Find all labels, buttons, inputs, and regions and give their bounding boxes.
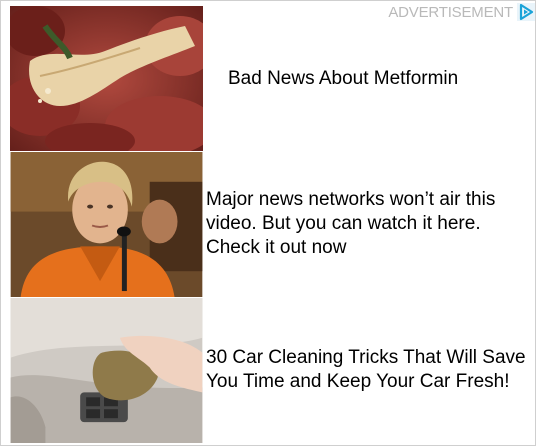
ad-item-car-cleaning[interactable]: 30 Car Cleaning Tricks That Will Save Yo… [10,297,534,443]
ad-headline[interactable]: Bad News About Metformin [203,67,466,91]
ad-thumbnail-speaker[interactable] [10,151,203,297]
woman-speaking-photo-icon [10,151,203,297]
pancreas-photo-icon [10,6,203,151]
ad-item-metformin[interactable]: Bad News About Metformin [10,6,534,151]
ad-thumbnail-car-door[interactable] [10,297,203,443]
car-door-cleaning-photo-icon [10,297,203,443]
ad-headline[interactable]: Major news networks won’t air this video… [203,188,534,260]
ad-headline[interactable]: 30 Car Cleaning Tricks That Will Save Yo… [203,346,534,394]
ad-thumbnail-pancreas[interactable] [10,6,203,151]
ad-item-news-video[interactable]: Major news networks won’t air this video… [10,151,534,297]
ad-widget: ADVERTISEMENT Bad News About Metformin M… [0,0,536,446]
